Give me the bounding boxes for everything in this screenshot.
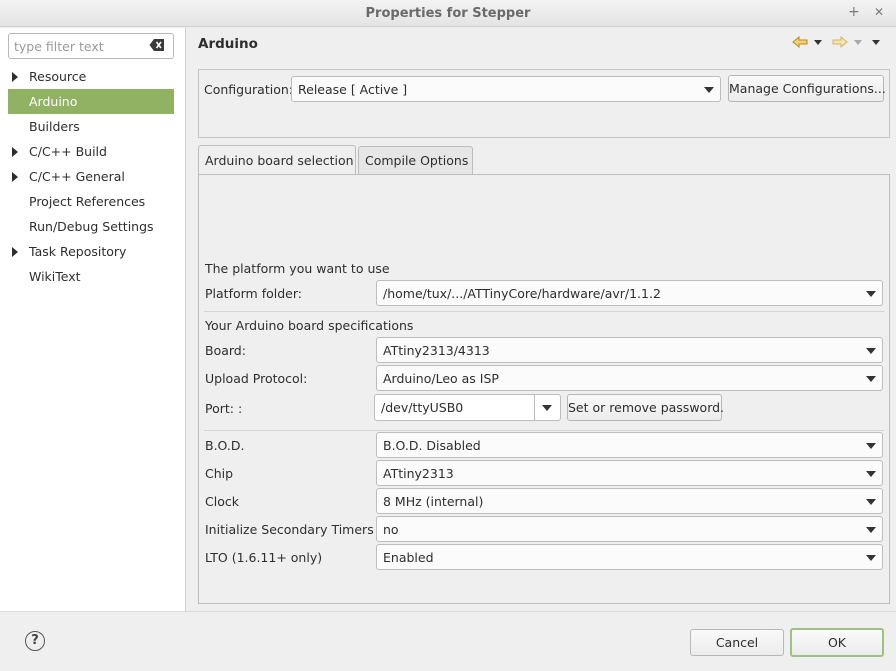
tree-item-label: WikiText	[29, 269, 81, 284]
sidebar: Resource Arduino Builders C/C++ Build C/…	[0, 28, 186, 611]
expand-arrow-icon[interactable]	[12, 172, 18, 182]
secondary-timers-value: no	[383, 522, 399, 537]
expand-arrow-icon[interactable]	[12, 147, 18, 157]
tree-item-arduino[interactable]: Arduino	[8, 89, 174, 114]
clock-label: Clock	[205, 494, 239, 509]
cancel-button[interactable]: Cancel	[690, 629, 784, 656]
expand-arrow-icon[interactable]	[12, 247, 18, 257]
tree-item-label: Task Repository	[29, 244, 127, 259]
chevron-down-icon	[866, 376, 876, 382]
chevron-down-icon	[866, 555, 876, 561]
add-icon[interactable]: +	[848, 4, 860, 20]
tree-item-builders[interactable]: Builders	[8, 114, 174, 139]
bod-label: B.O.D.	[205, 438, 245, 453]
configuration-value: Release [ Active ]	[298, 82, 408, 97]
platform-folder-value: /home/tux/.../ATTinyCore/hardware/avr/1.…	[383, 286, 661, 301]
chevron-down-icon	[866, 291, 876, 297]
divider	[204, 430, 884, 431]
upload-protocol-value: Arduino/Leo as ISP	[383, 371, 499, 386]
tab-arduino-board-selection[interactable]: Arduino board selection	[198, 145, 356, 174]
tree-item-label: Project References	[29, 194, 146, 209]
board-selection-panel: The platform you want to use Platform fo…	[198, 174, 890, 604]
tab-compile-options[interactable]: Compile Options	[358, 146, 473, 174]
back-menu-chevron-down-icon[interactable]	[814, 39, 822, 45]
chevron-down-icon	[704, 87, 714, 93]
tree-item-wikitext[interactable]: WikiText	[8, 264, 174, 289]
clock-select[interactable]: 8 MHz (internal)	[376, 488, 883, 514]
ok-button[interactable]: OK	[790, 628, 884, 657]
secondary-timers-select[interactable]: no	[376, 516, 883, 542]
chip-value: ATtiny2313	[383, 466, 454, 481]
tree-item-project-references[interactable]: Project References	[8, 189, 174, 214]
forward-menu-chevron-down-icon[interactable]	[854, 39, 862, 45]
platform-section-heading: The platform you want to use	[205, 261, 390, 276]
board-section-heading: Your Arduino board specifications	[205, 318, 414, 333]
expand-arrow-icon[interactable]	[12, 72, 18, 82]
chevron-down-icon	[866, 527, 876, 533]
window-titlebar: Properties for Stepper + ✕	[0, 0, 896, 27]
configuration-select[interactable]: Release [ Active ]	[291, 76, 721, 102]
chip-label: Chip	[205, 466, 234, 481]
lto-select[interactable]: Enabled	[376, 544, 883, 570]
close-icon[interactable]: ✕	[874, 5, 884, 19]
upload-protocol-select[interactable]: Arduino/Leo as ISP	[376, 365, 883, 391]
tree-item-label: Run/Debug Settings	[29, 219, 154, 234]
filter-input[interactable]	[9, 34, 139, 58]
platform-folder-select[interactable]: /home/tux/.../ATTinyCore/hardware/avr/1.…	[376, 280, 883, 306]
tree-item-task-repository[interactable]: Task Repository	[8, 239, 174, 264]
chevron-down-icon	[866, 471, 876, 477]
tree-item-run-debug-settings[interactable]: Run/Debug Settings	[8, 214, 174, 239]
upload-protocol-label: Upload Protocol:	[205, 371, 308, 386]
filter-field[interactable]	[8, 33, 174, 59]
lto-label: LTO (1.6.11+ only)	[205, 550, 323, 565]
board-select[interactable]: ATtiny2313/4313	[376, 337, 883, 363]
tree-item-resource[interactable]: Resource	[8, 64, 174, 89]
bod-select[interactable]: B.O.D. Disabled	[376, 432, 883, 458]
chevron-down-icon	[866, 443, 876, 449]
tree-item-label: C/C++ Build	[29, 144, 107, 159]
help-icon[interactable]: ?	[25, 631, 45, 651]
chevron-down-icon	[866, 348, 876, 354]
port-value[interactable]: /dev/ttyUSB0	[381, 400, 463, 415]
clear-filter-icon[interactable]	[149, 38, 165, 55]
board-label: Board:	[205, 343, 246, 358]
tree-item-label: Builders	[29, 119, 80, 134]
window-title: Properties for Stepper	[365, 6, 531, 21]
tree-item-cpp-build[interactable]: C/C++ Build	[8, 139, 174, 164]
secondary-timers-label: Initialize Secondary Timers	[205, 522, 374, 537]
tree-item-label: Arduino	[29, 94, 78, 109]
properties-tree: Resource Arduino Builders C/C++ Build C/…	[8, 64, 174, 289]
page-navigation	[792, 36, 880, 48]
chevron-down-icon	[866, 499, 876, 505]
tree-item-label: C/C++ General	[29, 169, 125, 184]
page-title: Arduino	[198, 36, 258, 52]
tree-item-label: Resource	[29, 69, 87, 84]
lto-value: Enabled	[383, 550, 434, 565]
port-combo[interactable]: /dev/ttyUSB0	[374, 394, 561, 421]
tree-item-cpp-general[interactable]: C/C++ General	[8, 164, 174, 189]
port-label: Port: :	[205, 401, 243, 416]
set-password-button[interactable]: Set or remove password.	[567, 394, 724, 421]
clock-value: 8 MHz (internal)	[383, 494, 484, 509]
forward-arrow-icon[interactable]	[832, 36, 848, 48]
platform-folder-label: Platform folder:	[205, 286, 302, 301]
view-menu-chevron-down-icon[interactable]	[872, 39, 880, 45]
configuration-label: Configuration:	[204, 82, 293, 97]
manage-configurations-button[interactable]: Manage Configurations...	[728, 75, 886, 102]
divider	[204, 311, 884, 312]
tab-label: Compile Options	[365, 153, 469, 168]
configuration-group: Configuration: Release [ Active ] Manage…	[198, 69, 890, 138]
tab-label: Arduino board selection	[205, 152, 354, 168]
properties-page: Arduino Configuration: Release [ Active …	[187, 28, 896, 611]
chip-select[interactable]: ATtiny2313	[376, 460, 883, 486]
board-value: ATtiny2313/4313	[383, 343, 490, 358]
back-arrow-icon[interactable]	[792, 36, 808, 48]
chevron-down-icon	[542, 405, 552, 411]
bod-value: B.O.D. Disabled	[383, 438, 481, 453]
dialog-button-bar: ? Cancel OK	[0, 611, 896, 671]
